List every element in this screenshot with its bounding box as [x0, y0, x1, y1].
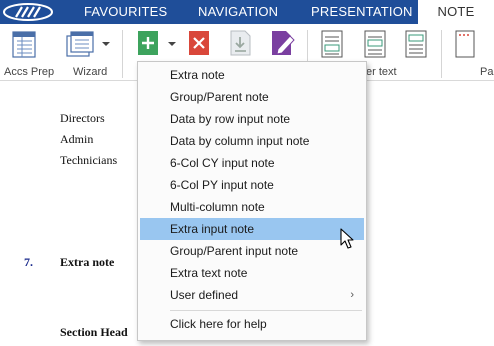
doc-line-technicians: Technicians [60, 153, 118, 167]
menu-item-label: Data by column input note [170, 134, 310, 148]
menu-item-label: Extra input note [170, 222, 255, 236]
ribbon-separator [441, 30, 442, 78]
text-note-button-2[interactable] [363, 30, 389, 58]
menu-item-6-col-cy-input-note[interactable]: 6-Col CY input note [140, 152, 364, 174]
menu-item-data-by-column-input-note[interactable]: Data by column input note [140, 130, 364, 152]
menu-item-extra-text-note[interactable]: Extra text note [140, 262, 364, 284]
mouse-pointer-icon [340, 228, 354, 253]
pencil-icon [272, 31, 295, 55]
text-group-label: er text [366, 66, 397, 78]
text-document-icon [364, 30, 386, 58]
tab-note[interactable]: NOTE [418, 0, 494, 24]
menu-item-label: Group/Parent input note [170, 244, 299, 258]
menu-item-label: Click here for help [170, 317, 267, 331]
menu-item-extra-note[interactable]: Extra note [140, 64, 364, 86]
submenu-arrow-icon: › [350, 289, 354, 301]
wizard-button[interactable] [64, 30, 96, 60]
import-note-button[interactable] [229, 30, 253, 56]
add-note-button[interactable] [137, 30, 161, 56]
plus-icon [138, 31, 158, 55]
download-icon [230, 30, 251, 56]
menu-item-label: Group/Parent note [170, 90, 269, 104]
app-logo [0, 0, 62, 24]
menu-item-group-parent-note[interactable]: Group/Parent note [140, 86, 364, 108]
section-header[interactable]: Section Head [60, 325, 128, 340]
menu-item-label: 6-Col CY input note [170, 156, 275, 170]
ribbon-separator [122, 30, 123, 78]
grid-sheet-icon [12, 31, 36, 58]
menu-item-help[interactable]: Click here for help [140, 313, 364, 335]
doc-line-admin: Admin [60, 132, 94, 146]
text-document-icon [405, 30, 427, 58]
menu-item-label: Extra text note [170, 266, 248, 280]
note-title[interactable]: Extra note [60, 255, 114, 270]
ribbon-tab-bar: FAVOURITES NAVIGATION PRESENTATION NOTE [0, 0, 494, 24]
menu-item-user-defined[interactable]: User defined › [140, 284, 364, 306]
menu-item-6-col-py-input-note[interactable]: 6-Col PY input note [140, 174, 364, 196]
page-button[interactable] [454, 30, 478, 58]
menu-item-label: Data by row input note [170, 112, 291, 126]
tab-navigation[interactable]: NAVIGATION [198, 0, 278, 24]
menu-item-extra-input-note[interactable]: Extra input note [140, 218, 364, 240]
menu-item-label: 6-Col PY input note [170, 178, 274, 192]
wizard-dropdown-icon[interactable] [102, 42, 110, 46]
page-break-icon [455, 30, 475, 58]
note-number: 7. [24, 255, 33, 269]
doc-line-directors: Directors [60, 111, 105, 125]
text-note-button[interactable] [320, 30, 346, 58]
add-note-menu: Extra note Group/Parent note Data by row… [137, 61, 367, 341]
tab-presentation[interactable]: PRESENTATION [311, 0, 413, 24]
delete-note-button[interactable] [188, 30, 212, 56]
wizard-icon [66, 31, 94, 57]
menu-item-group-parent-input-note[interactable]: Group/Parent input note [140, 240, 364, 262]
menu-item-label: Extra note [170, 68, 225, 82]
menu-item-label: User defined [170, 288, 239, 302]
wizard-label: Wizard [73, 66, 108, 78]
menu-separator [170, 310, 362, 311]
text-document-icon [321, 30, 343, 58]
delete-icon [189, 31, 209, 55]
app-logo-icon [3, 3, 53, 21]
page-group-label: Pa [480, 66, 494, 78]
menu-item-data-by-row-input-note[interactable]: Data by row input note [140, 108, 364, 130]
tab-favourites[interactable]: FAVOURITES [84, 0, 167, 24]
menu-item-label: Multi-column note [170, 200, 265, 214]
add-note-dropdown-icon[interactable] [168, 42, 176, 46]
menu-item-multi-column-note[interactable]: Multi-column note [140, 196, 364, 218]
accs-prep-button[interactable] [10, 30, 40, 60]
text-note-button-3[interactable] [404, 30, 430, 58]
edit-note-button[interactable] [270, 30, 298, 56]
accs-prep-label: Accs Prep [4, 66, 55, 78]
